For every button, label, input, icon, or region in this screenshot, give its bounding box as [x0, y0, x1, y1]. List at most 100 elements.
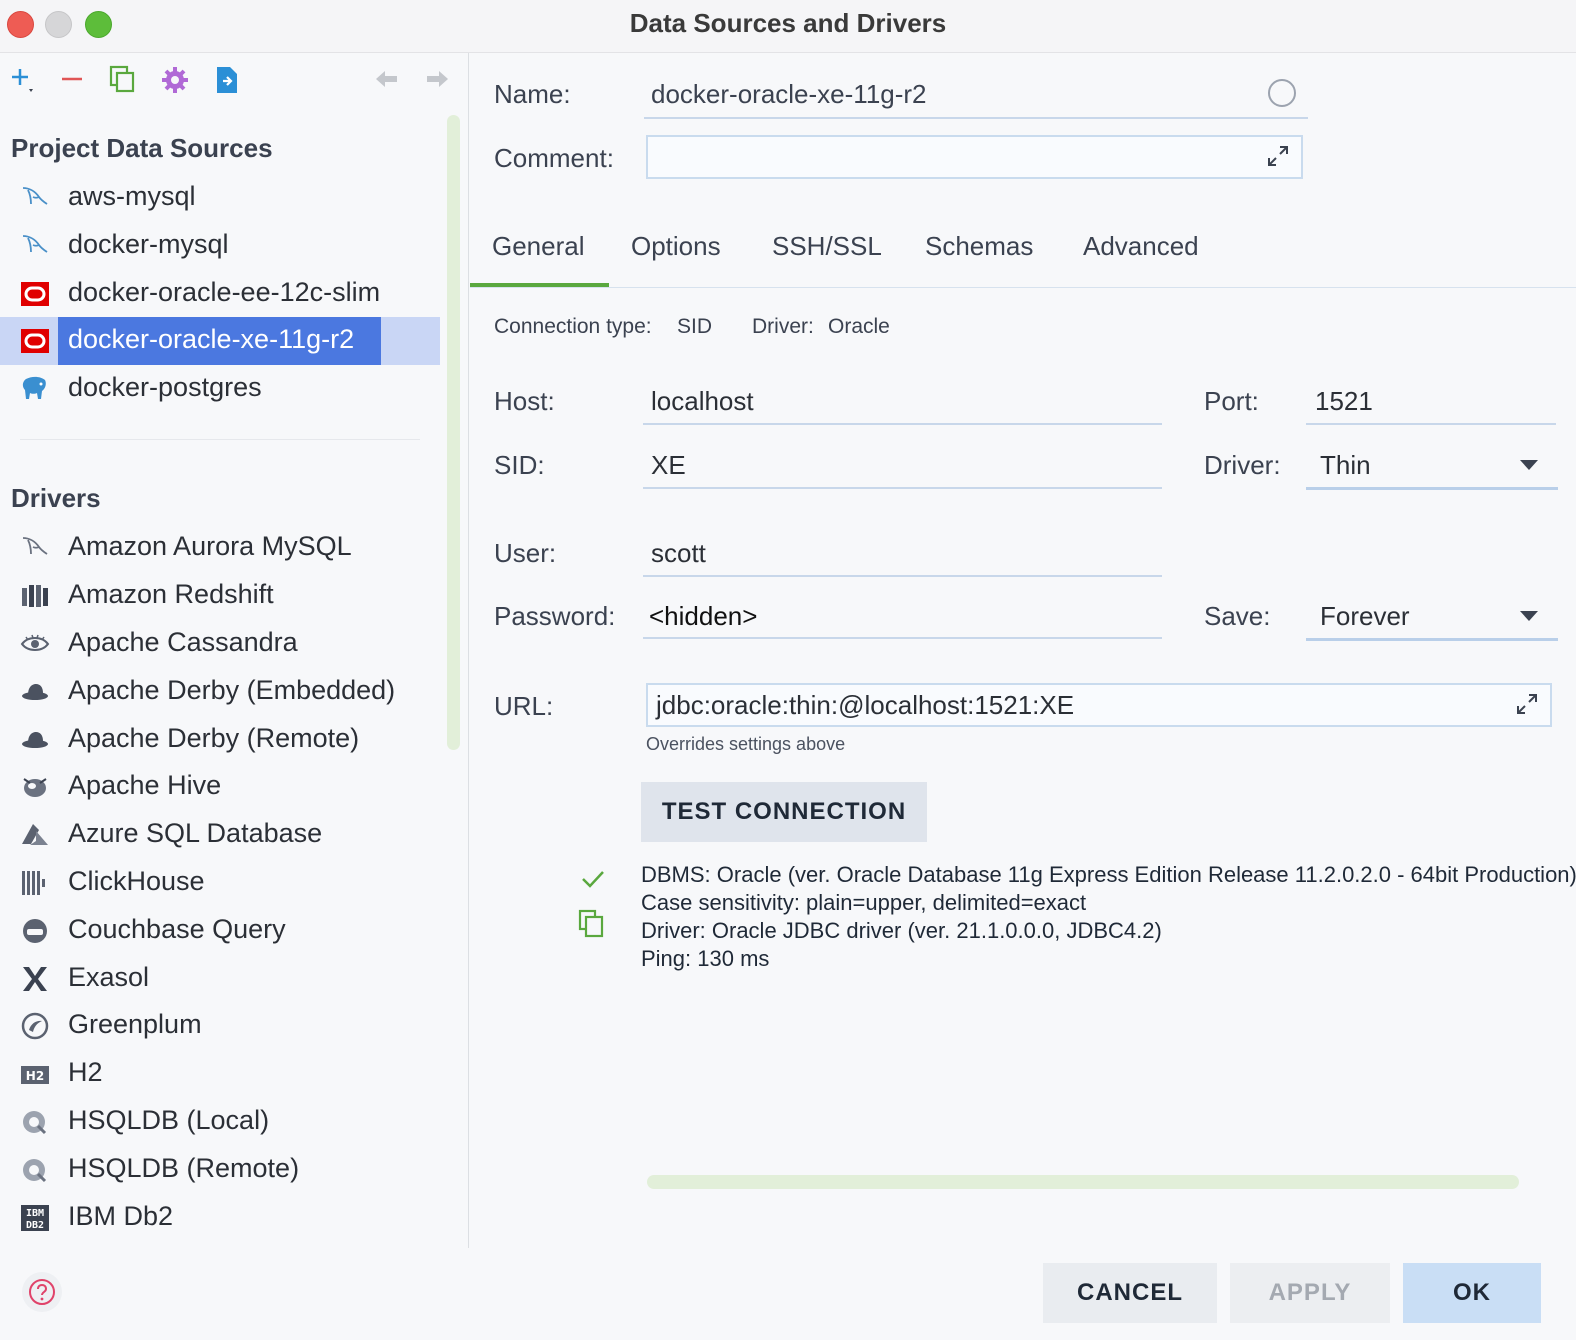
driver-item[interactable]: Apache Derby (Embedded)	[0, 668, 440, 716]
driver-label: Apache Derby (Remote)	[68, 723, 360, 753]
result-driver: Driver: Oracle JDBC driver (ver. 21.1.0.…	[641, 918, 1162, 943]
dialog-footer: CANCEL APPLY OK	[0, 1248, 1576, 1340]
drivers-title: Drivers	[11, 483, 101, 513]
driver-label: HSQLDB (Local)	[68, 1105, 270, 1135]
driver-item[interactable]: ClickHouse	[0, 859, 440, 907]
data-source-item-selected[interactable]: docker-oracle-xe-11g-r2	[0, 317, 440, 365]
add-icon[interactable]	[8, 65, 38, 95]
sid-input[interactable]: XE	[651, 450, 686, 481]
result-case-sensitivity: Case sensitivity: plain=upper, delimited…	[641, 890, 1087, 915]
help-icon[interactable]	[22, 1272, 62, 1312]
import-icon[interactable]	[212, 65, 242, 95]
redshift-icon	[20, 582, 50, 610]
port-input[interactable]: 1521	[1315, 386, 1373, 417]
comment-input[interactable]	[646, 135, 1303, 179]
oracle-icon	[20, 327, 50, 355]
clickhouse-bars-icon	[20, 869, 50, 897]
project-data-sources-title: Project Data Sources	[11, 133, 273, 163]
apply-button[interactable]: APPLY	[1230, 1263, 1390, 1323]
data-source-item[interactable]: docker-postgres	[0, 365, 440, 413]
host-input[interactable]: localhost	[651, 386, 754, 417]
horizontal-scrollbar[interactable]	[647, 1175, 1519, 1189]
driver-item[interactable]: HSQLDB (Local)	[0, 1098, 440, 1146]
connection-type-link[interactable]: SID	[677, 315, 712, 339]
tab-advanced[interactable]: Advanced	[1083, 231, 1199, 262]
driver-item[interactable]: Amazon Aurora MySQL	[0, 524, 440, 572]
tab-schemas[interactable]: Schemas	[925, 231, 1033, 262]
tab-general[interactable]: General	[492, 231, 585, 262]
svg-text:IBM: IBM	[26, 1208, 44, 1219]
data-source-label: docker-oracle-xe-11g-r2	[68, 324, 355, 354]
driver-label: Amazon Redshift	[68, 579, 274, 609]
mysql-dolphin-icon	[20, 534, 50, 562]
driver-item[interactable]: IBM DB2 IBM Db2	[0, 1194, 440, 1242]
password-label: Password:	[494, 601, 616, 631]
comment-label: Comment:	[494, 143, 614, 173]
hsqldb-icon	[20, 1108, 50, 1136]
svg-text:DB2: DB2	[26, 1220, 44, 1231]
driver-label: Couchbase Query	[68, 914, 286, 944]
forward-arrow-icon[interactable]	[422, 65, 452, 95]
name-input[interactable]: docker-oracle-xe-11g-r2	[651, 79, 927, 110]
expand-icon[interactable]	[1514, 691, 1540, 722]
port-underline	[1306, 423, 1556, 425]
cancel-button[interactable]: CANCEL	[1043, 1263, 1217, 1323]
data-source-label: aws-mysql	[68, 181, 196, 211]
driver-label: HSQLDB (Remote)	[68, 1153, 300, 1183]
host-underline	[643, 423, 1162, 425]
ok-button[interactable]: OK	[1403, 1263, 1541, 1323]
connection-form: Name: docker-oracle-xe-11g-r2 Comment: G…	[470, 53, 1576, 1248]
driver-item[interactable]: Greenplum	[0, 1002, 440, 1050]
driver-item[interactable]: HSQLDB (Remote)	[0, 1146, 440, 1194]
data-source-item[interactable]: docker-oracle-ee-12c-slim	[0, 270, 440, 318]
driver-item[interactable]: Couchbase Query	[0, 907, 440, 955]
driver-item[interactable]: Apache Cassandra	[0, 620, 440, 668]
driver-item[interactable]: Amazon Redshift	[0, 572, 440, 620]
driver-label: Apache Derby (Embedded)	[68, 675, 396, 705]
data-source-item[interactable]: aws-mysql	[0, 174, 440, 222]
hive-bee-icon	[20, 773, 50, 801]
driver-item[interactable]: Azure SQL Database	[0, 811, 440, 859]
host-label: Host:	[494, 386, 555, 416]
title-bar: Data Sources and Drivers	[0, 0, 1576, 53]
driver-item[interactable]: Apache Derby (Remote)	[0, 716, 440, 764]
test-connection-button[interactable]: TEST CONNECTION	[641, 782, 927, 842]
driver-item[interactable]: Apache Hive	[0, 763, 440, 811]
driver-item[interactable]: Exasol	[0, 955, 440, 1003]
back-arrow-icon[interactable]	[372, 65, 402, 95]
remove-icon[interactable]	[58, 65, 88, 95]
greenplum-icon	[20, 1012, 50, 1040]
url-value: jdbc:oracle:thin:@localhost:1521:XE	[656, 690, 1075, 720]
port-label: Port:	[1204, 386, 1259, 416]
success-check-icon	[580, 866, 606, 897]
duplicate-icon[interactable]	[108, 65, 138, 95]
driver-item[interactable]: H2 H2	[0, 1050, 440, 1098]
data-source-label: docker-oracle-ee-12c-slim	[68, 277, 381, 307]
result-dbms: DBMS: Oracle (ver. Oracle Database 11g E…	[641, 862, 1576, 887]
url-input[interactable]: jdbc:oracle:thin:@localhost:1521:XE	[646, 683, 1552, 727]
postgres-elephant-icon	[20, 375, 50, 403]
sidebar: Project Data Sources aws-mysql docker-my…	[0, 53, 469, 1248]
data-source-item[interactable]: docker-mysql	[0, 222, 440, 270]
expand-icon[interactable]	[1265, 143, 1291, 174]
sid-label: SID:	[494, 450, 545, 480]
ibm-db2-icon: IBM DB2	[20, 1204, 50, 1232]
cassandra-eye-icon	[20, 630, 50, 658]
user-input[interactable]: scott	[651, 538, 706, 569]
driver-info-link[interactable]: Oracle	[828, 315, 890, 339]
tab-options[interactable]: Options	[631, 231, 721, 262]
save-select[interactable]: Forever	[1306, 594, 1558, 641]
copy-icon[interactable]	[577, 909, 607, 944]
driver-type-label: Driver:	[1204, 450, 1281, 480]
name-label: Name:	[494, 79, 571, 109]
user-underline	[643, 575, 1162, 577]
driver-label: H2	[68, 1057, 103, 1087]
sid-underline	[643, 487, 1162, 489]
settings-icon[interactable]	[160, 65, 190, 95]
tab-ssh-ssl[interactable]: SSH/SSL	[772, 231, 882, 262]
driver-label: Exasol	[68, 962, 150, 992]
sidebar-scrollbar[interactable]	[447, 115, 460, 750]
driver-select[interactable]: Thin	[1306, 443, 1558, 490]
color-picker-icon[interactable]	[1268, 79, 1296, 107]
password-input[interactable]: <hidden>	[649, 601, 757, 632]
